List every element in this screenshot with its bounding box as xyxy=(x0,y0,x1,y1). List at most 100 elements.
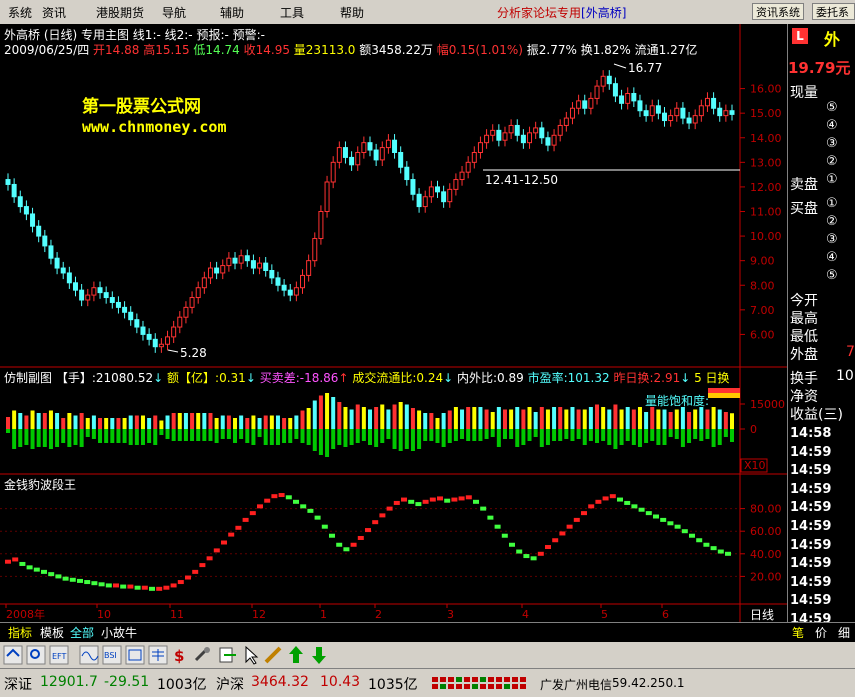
volume-bar-down xyxy=(306,429,311,445)
cursor-icon[interactable] xyxy=(245,645,259,665)
volume-bar-up xyxy=(527,407,532,429)
volume-bar-up xyxy=(441,413,446,429)
export-icon[interactable] xyxy=(219,647,236,663)
tab-custom[interactable]: 小故牛 xyxy=(101,624,137,641)
tab-price[interactable]: 价 xyxy=(815,624,827,641)
candle-body xyxy=(434,186,440,193)
wrench-icon[interactable] xyxy=(194,647,210,662)
menu-navigate[interactable]: 导航 xyxy=(162,4,186,21)
menu-assist[interactable]: 辅助 xyxy=(220,4,244,21)
chart-icon[interactable]: EFT xyxy=(49,645,69,665)
candle-body xyxy=(465,161,471,173)
arrow-down-icon[interactable] xyxy=(312,647,326,664)
dollar-icon[interactable]: $ xyxy=(174,647,184,665)
volume-bar-up xyxy=(392,404,397,429)
news-system-button[interactable]: 资讯系统 xyxy=(752,3,804,20)
wave-mark xyxy=(55,574,62,579)
scale-label: X10 xyxy=(744,459,766,472)
sz-index: 12901.7 xyxy=(40,674,98,690)
table-icon[interactable] xyxy=(125,645,145,665)
candle-body xyxy=(551,134,557,146)
candle-body xyxy=(306,260,312,276)
volume-bar-down xyxy=(67,429,72,447)
candle-body xyxy=(312,238,318,262)
volume-bar-up xyxy=(349,409,354,429)
sz-change: -29.51 xyxy=(104,674,150,690)
saturation-label: 量能饱和度: xyxy=(645,394,710,408)
volume-bar-down xyxy=(496,429,501,447)
volume-bar-up xyxy=(239,415,244,429)
wave-mark xyxy=(717,549,724,554)
menu-tools[interactable]: 工具 xyxy=(280,4,304,21)
home-icon[interactable] xyxy=(3,645,23,665)
candle-body xyxy=(508,124,514,134)
bid-level: ① xyxy=(826,196,838,211)
menu-help[interactable]: 帮助 xyxy=(340,4,364,21)
tab-all[interactable]: 全部 xyxy=(70,624,94,641)
volume-panel-header: 仿制副图 【手】:21080.52↓ 额【亿】:0.31↓ 买卖差:-18.86… xyxy=(4,371,730,385)
candle-body xyxy=(704,97,710,107)
tab-transactions[interactable]: 笔 xyxy=(792,624,804,641)
x-tick-label: 4 xyxy=(522,608,529,621)
tab-template[interactable]: 模板 xyxy=(40,624,64,641)
volume-bar-down xyxy=(85,429,90,437)
menu-hk-futures[interactable]: 港股期货 xyxy=(96,4,144,21)
pencil-icon[interactable] xyxy=(264,646,282,664)
wave-mark xyxy=(393,500,400,505)
search-icon[interactable] xyxy=(26,645,46,665)
candle-body xyxy=(275,277,281,286)
open-label: 今开 xyxy=(790,293,818,309)
volume-bar-down xyxy=(545,429,550,445)
wave-mark xyxy=(185,575,191,580)
candle-body xyxy=(189,297,195,308)
volume-bar-up xyxy=(110,418,115,429)
low-pointer xyxy=(167,349,179,353)
volume-bar-up xyxy=(588,407,593,429)
volume-bar-down xyxy=(122,429,127,443)
bsi-icon[interactable]: BSI xyxy=(102,645,122,665)
candle-body xyxy=(244,255,250,262)
x-tick-label: 5 xyxy=(601,608,608,621)
volume-bar-down xyxy=(533,429,538,437)
volume-bar-up xyxy=(269,415,274,429)
delegate-system-button[interactable]: 委托系 xyxy=(812,3,855,20)
candle-body xyxy=(373,149,379,161)
volume-bar-down xyxy=(705,429,710,439)
volume-bar-down xyxy=(656,429,661,445)
price-tick-label: 14.00 xyxy=(750,132,782,145)
wave-mark xyxy=(91,581,98,586)
volume-bar-up xyxy=(122,418,127,429)
wave-mark xyxy=(300,504,307,509)
menu-news[interactable]: 资讯 xyxy=(42,4,66,21)
volume-bar-down xyxy=(214,429,219,443)
candle-body xyxy=(250,260,256,269)
wave-mark xyxy=(242,517,249,522)
tab-indicator[interactable]: 指标 xyxy=(8,624,32,641)
wave-icon[interactable] xyxy=(79,645,99,665)
wave-mark xyxy=(696,538,703,543)
menu-system[interactable]: 系统 xyxy=(8,4,32,21)
wave-mark xyxy=(516,549,523,554)
volume-bar-down xyxy=(140,429,145,445)
breadth-block xyxy=(456,677,462,682)
breadth-block xyxy=(456,684,462,689)
volume-bar-up xyxy=(275,415,280,429)
arrow-up-icon[interactable] xyxy=(289,646,303,663)
x-tick-label: 10 xyxy=(97,608,111,621)
tab-detail[interactable]: 细 xyxy=(838,624,850,641)
volume-bar-down xyxy=(717,429,722,445)
x-tick-label: 2008年 xyxy=(6,607,45,621)
candle-body xyxy=(226,257,232,267)
grid-icon[interactable] xyxy=(148,645,168,665)
chart-area[interactable]: 16.00 15.00 14.00 13.00 12.00 11.00 10.00 9.00 8… xyxy=(0,24,787,622)
bid-level: ③ xyxy=(826,232,838,247)
volume-bar-up xyxy=(478,407,483,429)
candle-body xyxy=(134,319,140,328)
volume-bar-down xyxy=(257,429,262,437)
candle-body xyxy=(97,287,103,294)
candle-body xyxy=(48,245,54,259)
breadth-block xyxy=(504,677,510,682)
candle-body xyxy=(23,206,29,215)
watermark-url: www.chnmoney.com xyxy=(82,118,227,136)
volume-bar-up xyxy=(552,407,557,429)
